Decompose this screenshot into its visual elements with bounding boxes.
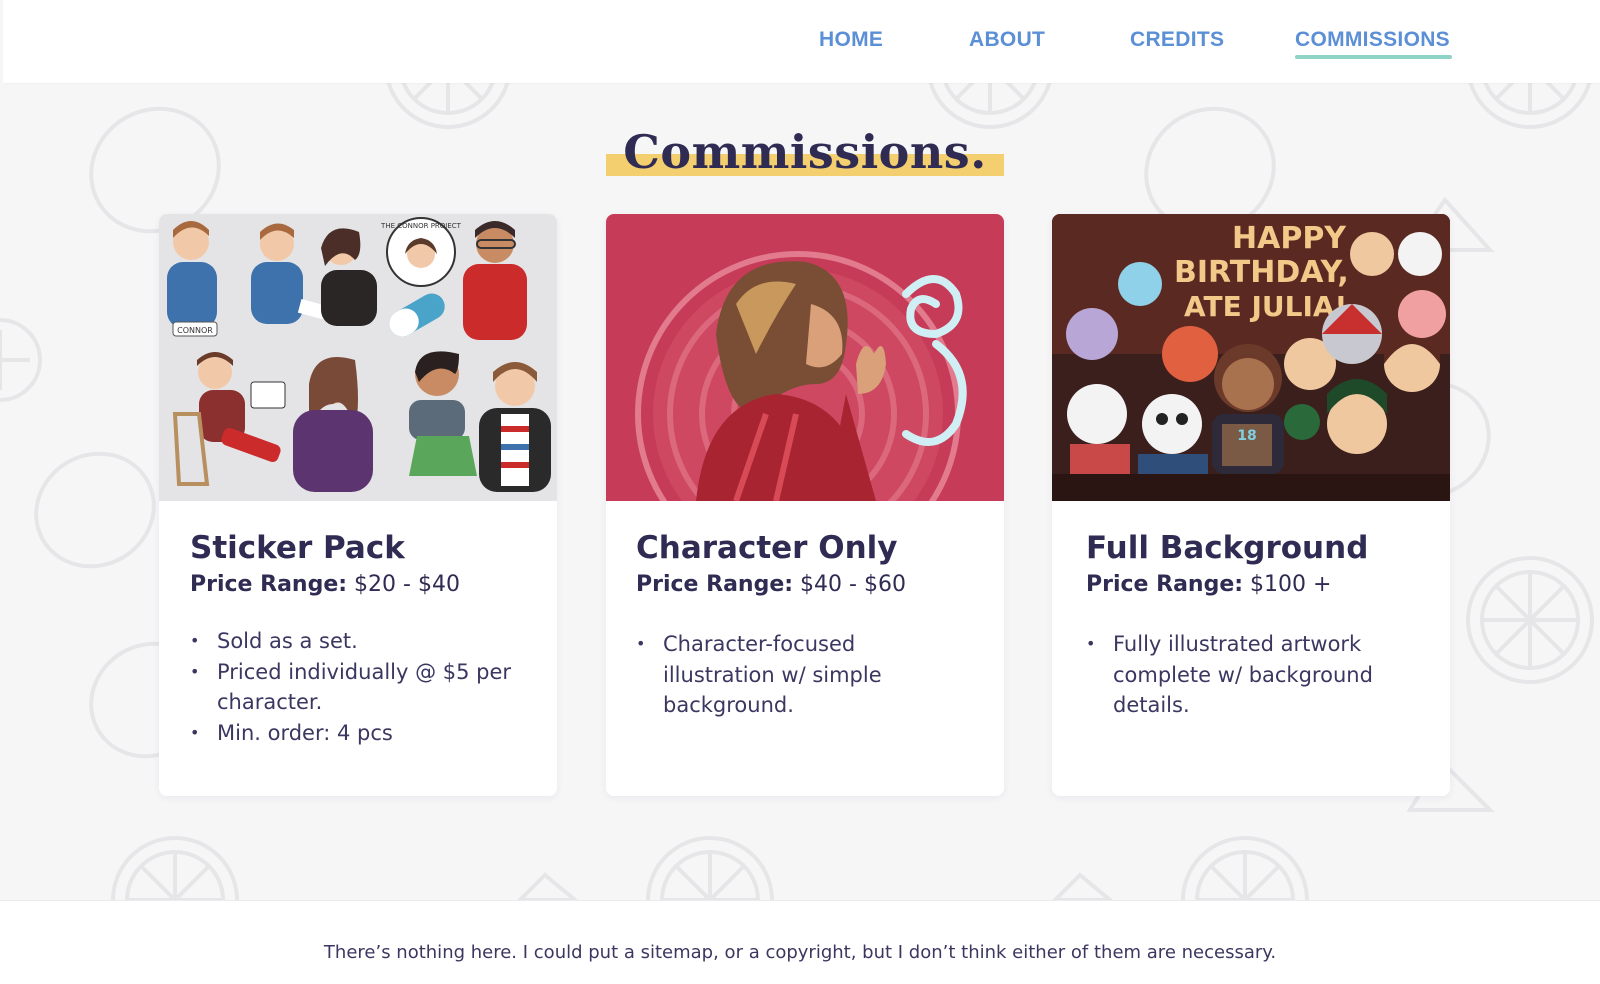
card-bullet: Sold as a set. (190, 626, 535, 657)
card-bullet-list: Sold as a set. Priced individually @ $5 … (190, 626, 535, 748)
page-title-block: Commissions. (606, 124, 1004, 180)
price-label: Price Range: (1086, 572, 1244, 597)
card-bullet-list: Character-focused illustration w/ simple… (636, 629, 926, 721)
card-title: Full Background (1086, 530, 1369, 566)
nav-credits-link[interactable]: CREDITS (1130, 28, 1224, 52)
happy-text: HAPPY (1232, 221, 1347, 256)
card-price: Price Range: $100 + (1086, 572, 1331, 597)
page-title: Commissions. (623, 125, 987, 179)
card-bullet: Min. order: 4 pcs (190, 718, 535, 749)
card-bullet: Fully illustrated artwork complete w/ ba… (1086, 629, 1406, 721)
card-bullet-list: Fully illustrated artwork complete w/ ba… (1086, 629, 1406, 721)
commission-card-sticker-pack[interactable]: CONNOR THE CONNOR PROJECT Sticker Pack P… (159, 214, 557, 796)
price-value: $100 + (1243, 572, 1332, 597)
commission-card-full-background[interactable]: HAPPY BIRTHDAY, ATE JULIA! 18 Full Backg… (1052, 214, 1450, 796)
character-only-image (606, 214, 1004, 501)
commission-card-character-only[interactable]: Character Only Price Range: $40 - $60 Ch… (606, 214, 1004, 796)
sticker-pack-image: CONNOR THE CONNOR PROJECT (159, 214, 557, 501)
connor-label-text: CONNOR (177, 326, 213, 335)
price-value: $20 - $40 (347, 572, 460, 597)
active-nav-underline (1295, 55, 1452, 59)
top-nav: HOME ABOUT CREDITS COMMISSIONS (3, 0, 1600, 83)
card-title: Character Only (636, 530, 898, 566)
footer: There’s nothing here. I could put a site… (0, 900, 1600, 984)
ate-julia-text: ATE JULIA! (1184, 290, 1347, 323)
cake-18-text: 18 (1237, 428, 1256, 444)
price-value: $40 - $60 (793, 572, 906, 597)
birthday-text: BIRTHDAY, (1174, 255, 1349, 290)
card-bullet: Character-focused illustration w/ simple… (636, 629, 926, 721)
nav-home-link[interactable]: HOME (819, 28, 883, 52)
card-price: Price Range: $20 - $40 (190, 572, 460, 597)
card-price: Price Range: $40 - $60 (636, 572, 906, 597)
footer-text: There’s nothing here. I could put a site… (323, 942, 1277, 963)
connor-project-badge-text: THE CONNOR PROJECT (380, 222, 462, 230)
price-label: Price Range: (190, 572, 348, 597)
nav-about-link[interactable]: ABOUT (969, 28, 1045, 52)
card-title: Sticker Pack (190, 530, 405, 566)
card-bullet: Priced individually @ $5 per character. (190, 657, 535, 718)
price-label: Price Range: (636, 572, 794, 597)
nav-commissions-label: COMMISSIONS (1295, 28, 1450, 51)
nav-commissions-link[interactable]: COMMISSIONS (1295, 28, 1452, 59)
full-background-image: HAPPY BIRTHDAY, ATE JULIA! 18 (1052, 214, 1450, 501)
